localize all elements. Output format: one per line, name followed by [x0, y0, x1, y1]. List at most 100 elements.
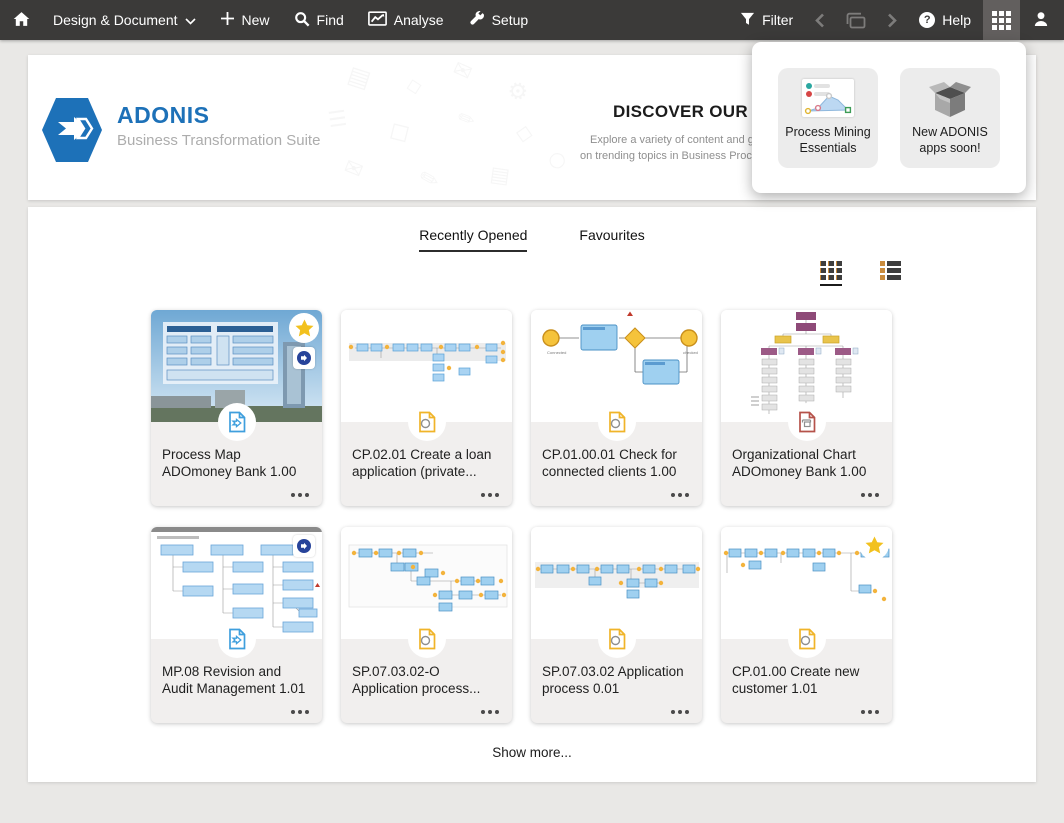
menu-analyse-label: Analyse [393, 12, 444, 28]
model-type-icon-process-map [217, 620, 256, 658]
tile-title: CP.01.00.01 Check for connected clients … [542, 447, 677, 480]
filter-button[interactable]: Filter [728, 0, 805, 40]
tile-title: Organizational Chart ADOmoney Bank 1.00 [732, 447, 867, 480]
model-type-icon-business-process [407, 403, 446, 441]
home-button[interactable] [0, 0, 41, 40]
doodle-icon: ⚙ [504, 76, 533, 108]
tile-menu-button[interactable] [481, 493, 499, 497]
help-icon: ? [919, 12, 936, 28]
tile-menu-button[interactable] [481, 710, 499, 714]
apps-popup: Process Mining Essentials New ADONIS app… [752, 42, 1026, 193]
model-type-icon-business-process [407, 620, 446, 658]
svg-text:checked: checked [683, 350, 698, 355]
filter-label: Filter [762, 12, 794, 28]
process-mining-chart-icon [802, 72, 854, 124]
apps-menu-button[interactable] [983, 0, 1020, 40]
menu-find-label: Find [316, 12, 344, 28]
topbar-right-group: Filter ? Help [728, 0, 1064, 40]
filter-icon [740, 11, 755, 29]
doodle-icon: ▤ [488, 161, 512, 189]
adonis-logo [40, 95, 104, 165]
process-mining-essentials-tile[interactable]: Process Mining Essentials [778, 68, 878, 168]
search-icon [294, 11, 310, 30]
model-tile[interactable]: Organizational Chart ADOmoney Bank 1.00 [721, 310, 892, 506]
tile-title: Process Map ADOmoney Bank 1.00 [162, 447, 297, 480]
user-account-button[interactable] [1020, 0, 1064, 40]
forward-button[interactable] [877, 0, 907, 40]
user-icon [1032, 10, 1050, 31]
adonis-start-page: Design & Document New Find Analyse Setup… [0, 0, 1064, 823]
doodle-icon: ✉ [339, 154, 367, 185]
top-navigation-bar: Design & Document New Find Analyse Setup… [0, 0, 1064, 40]
show-more-link[interactable]: Show more... [28, 745, 1036, 760]
model-type-icon-business-process [597, 403, 636, 441]
model-type-icon-process-map [217, 403, 256, 441]
doodle-icon: ✎ [416, 164, 443, 196]
model-type-icon-organizational-chart [787, 403, 826, 441]
tile-menu-button[interactable] [291, 710, 309, 714]
doodle-icon: ◇ [513, 119, 535, 148]
menu-design-document-label: Design & Document [53, 12, 178, 28]
view-toggles [820, 261, 901, 286]
model-tile[interactable]: CP.01.00 Create new customer 1.01 [721, 527, 892, 723]
tile-menu-button[interactable] [861, 710, 879, 714]
app-badge [293, 347, 315, 369]
brand-name: ADONIS [117, 102, 210, 128]
app-badge [293, 535, 315, 557]
tab-favourites[interactable]: Favourites [579, 227, 644, 252]
model-tile[interactable]: SP.07.03.02-O Application process... [341, 527, 512, 723]
chart-icon [367, 10, 387, 30]
doodle-icon: ☰ [326, 105, 349, 133]
menu-find[interactable]: Find [282, 0, 356, 40]
tile-title: CP.02.01 Create a loan application (priv… [352, 447, 492, 480]
doodle-icon: ✎ [453, 104, 479, 134]
model-tile[interactable]: Process Map ADOmoney Bank 1.00 [151, 310, 322, 506]
menu-design-document[interactable]: Design & Document [41, 0, 208, 40]
model-tile[interactable]: Connected checked CP.01.00.01 Check for … [531, 310, 702, 506]
menu-analyse[interactable]: Analyse [356, 0, 456, 40]
open-box-icon [927, 72, 973, 124]
process-mining-essentials-label: Process Mining Essentials [785, 125, 871, 156]
doodle-icon: ◇ [403, 71, 424, 99]
doodle-icon: ▤ [344, 60, 375, 94]
model-tile[interactable]: CP.02.01 Create a loan application (priv… [341, 310, 512, 506]
model-type-icon-business-process [597, 620, 636, 658]
model-type-icon-business-process [787, 620, 826, 658]
tile-view-icon [820, 261, 842, 280]
wrench-icon [468, 10, 485, 30]
menu-new[interactable]: New [208, 0, 282, 40]
tile-view-toggle[interactable] [820, 261, 842, 286]
tile-title: CP.01.00 Create new customer 1.01 [732, 664, 860, 697]
chevron-down-icon [184, 12, 196, 28]
plus-icon [220, 11, 235, 29]
favourite-star-badge[interactable] [859, 530, 889, 560]
tile-title: SP.07.03.02 Application process 0.01 [542, 664, 684, 697]
back-button[interactable] [805, 0, 835, 40]
tile-menu-button[interactable] [671, 710, 689, 714]
menu-new-label: New [241, 12, 270, 28]
doodle-icon: ✉ [448, 56, 476, 87]
help-button[interactable]: ? Help [907, 0, 983, 40]
home-icon [12, 10, 31, 31]
list-view-toggle[interactable] [880, 261, 901, 286]
tabs: Recently Opened Favourites [28, 227, 1036, 252]
start-page-panel: Recently Opened Favourites Process Map A… [28, 207, 1036, 782]
windows-button[interactable] [835, 0, 877, 40]
help-label: Help [942, 12, 971, 28]
apps-grid-icon [992, 10, 1011, 30]
model-tile[interactable]: MP.08 Revision and Audit Management 1.01 [151, 527, 322, 723]
model-tile[interactable]: SP.07.03.02 Application process 0.01 [531, 527, 702, 723]
tab-recently-opened[interactable]: Recently Opened [419, 227, 528, 252]
svg-text:Connected: Connected [547, 350, 566, 355]
new-adonis-apps-tile[interactable]: New ADONIS apps soon! [900, 68, 1000, 168]
tile-title: MP.08 Revision and Audit Management 1.01 [162, 664, 306, 697]
menu-setup-label: Setup [491, 12, 529, 28]
tile-menu-button[interactable] [861, 493, 879, 497]
menu-setup[interactable]: Setup [456, 0, 541, 40]
doodle-icon: ○ [545, 145, 569, 173]
tile-menu-button[interactable] [291, 493, 309, 497]
tile-menu-button[interactable] [671, 493, 689, 497]
tile-title: SP.07.03.02-O Application process... [352, 664, 481, 697]
favourite-star-badge[interactable] [289, 313, 319, 343]
list-view-icon [880, 261, 901, 280]
